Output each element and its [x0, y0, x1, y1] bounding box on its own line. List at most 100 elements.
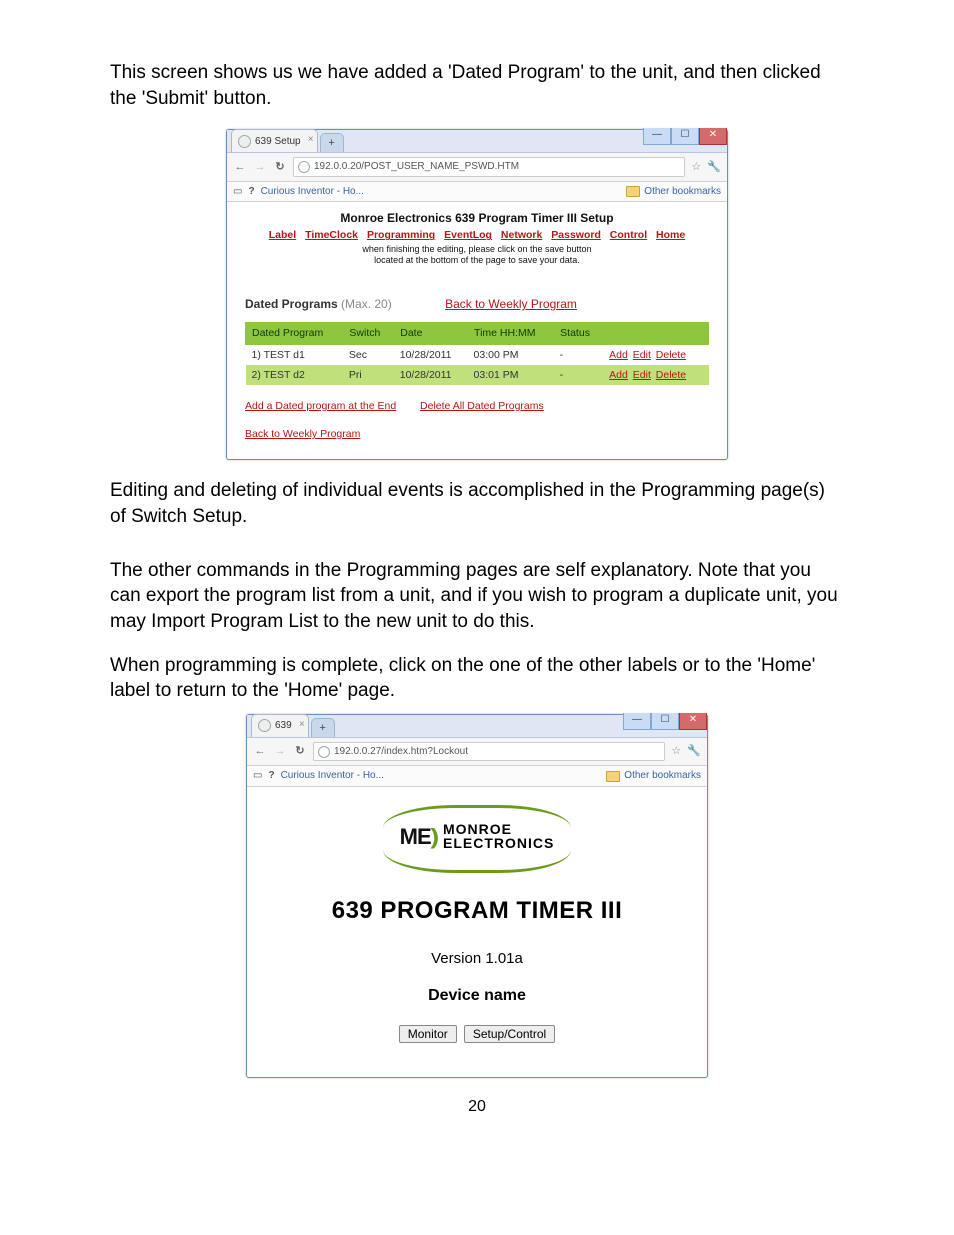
col-status: Status: [554, 323, 604, 344]
menu-password[interactable]: Password: [551, 229, 601, 241]
window-close-button[interactable]: ✕: [679, 713, 707, 730]
bookmarks-bar: ▭ ? Curious Inventor - Ho... Other bookm…: [227, 182, 727, 203]
swoosh-bottom-icon: [383, 850, 571, 873]
setup-page-body: Monroe Electronics 639 Program Timer III…: [227, 202, 727, 459]
browser-tab[interactable]: 639 Setup ×: [231, 129, 318, 152]
help-icon: ?: [268, 769, 274, 783]
row-actions: Add Edit Delete: [603, 344, 708, 365]
back-button[interactable]: ←: [253, 744, 267, 759]
browser-toolbar: ← → ↻ 192.0.0.27/index.htm?Lockout ☆ 🔧: [247, 738, 707, 767]
browser-tab[interactable]: 639 ×: [251, 714, 309, 737]
body-para-4: When programming is complete, click on t…: [110, 653, 844, 704]
menu-network[interactable]: Network: [501, 229, 542, 241]
window-close-button[interactable]: ✕: [699, 128, 727, 145]
body-para-3: The other commands in the Programming pa…: [110, 558, 844, 635]
screenshot-setup-window: 639 Setup × + — ☐ ✕ ← → ↻ 192.0.0.20/POS…: [226, 129, 728, 460]
edit-link[interactable]: Edit: [633, 369, 651, 381]
reload-button[interactable]: ↻: [293, 744, 307, 759]
reload-button[interactable]: ↻: [273, 160, 287, 175]
folder-icon: [626, 186, 640, 197]
add-link[interactable]: Add: [609, 369, 628, 381]
maximize-button[interactable]: ☐: [651, 713, 679, 730]
window-controls: — ☐ ✕: [643, 128, 727, 145]
delete-all-dated-link[interactable]: Delete All Dated Programs: [420, 400, 544, 412]
col-time: Time HH:MM: [468, 323, 554, 344]
url-text: 192.0.0.20/POST_USER_NAME_PSWD.HTM: [314, 160, 519, 174]
device-name-label: Device name: [265, 985, 689, 1007]
other-bookmarks[interactable]: Other bookmarks: [624, 769, 701, 783]
menu-control[interactable]: Control: [610, 229, 647, 241]
browser-toolbar: ← → ↻ 192.0.0.20/POST_USER_NAME_PSWD.HTM…: [227, 153, 727, 182]
forward-button[interactable]: →: [253, 160, 267, 175]
delete-link[interactable]: Delete: [656, 349, 686, 361]
back-button[interactable]: ←: [233, 160, 247, 175]
help-icon: ?: [248, 185, 254, 199]
back-to-weekly-link[interactable]: Back to Weekly Program: [445, 297, 577, 311]
folder-icon: [606, 771, 620, 782]
setup-menu: Label TimeClock Programming EventLog Net…: [245, 228, 709, 242]
brand-logo: ME) MONROE ELECTRONICS: [367, 805, 587, 873]
save-note-line2: located at the bottom of the page to sav…: [245, 255, 709, 266]
tab-title: 639: [275, 719, 292, 733]
new-tab-button[interactable]: +: [311, 718, 335, 737]
row-actions: Add Edit Delete: [603, 365, 708, 385]
setup-footer-links: Add a Dated program at the End Delete Al…: [245, 399, 709, 442]
screenshot-home-window: 639 × + — ☐ ✕ ← → ↻ 192.0.0.27/index.htm…: [246, 714, 708, 1078]
setup-title: Monroe Electronics 639 Program Timer III…: [245, 210, 709, 226]
col-dated-program: Dated Program: [246, 323, 343, 344]
bookmark-item[interactable]: Curious Inventor - Ho...: [281, 769, 384, 783]
window-titlebar: 639 Setup × + — ☐ ✕: [227, 130, 727, 153]
favicon-icon: [238, 135, 251, 148]
intro-para-1: This screen shows us we have added a 'Da…: [110, 60, 844, 111]
col-date: Date: [394, 323, 468, 344]
globe-icon: [318, 746, 330, 758]
wrench-menu-icon[interactable]: 🔧: [707, 160, 721, 175]
dated-programs-heading: Dated Programs (Max. 20) Back to Weekly …: [245, 296, 709, 312]
edit-link[interactable]: Edit: [633, 349, 651, 361]
setup-control-button[interactable]: Setup/Control: [464, 1025, 555, 1043]
product-heading: 639 PROGRAM TIMER III: [265, 895, 689, 927]
overflow-icon[interactable]: ▭: [233, 185, 242, 199]
bookmarks-bar: ▭ ? Curious Inventor - Ho... Other bookm…: [247, 766, 707, 787]
version-text: Version 1.01a: [265, 949, 689, 969]
menu-eventlog[interactable]: EventLog: [444, 229, 492, 241]
menu-label[interactable]: Label: [269, 229, 296, 241]
menu-timeclock[interactable]: TimeClock: [305, 229, 358, 241]
table-row: 1) TEST d1 Sec 10/28/2011 03:00 PM - Add…: [246, 344, 709, 365]
new-tab-button[interactable]: +: [320, 133, 344, 152]
forward-button[interactable]: →: [273, 744, 287, 759]
bookmark-star-icon[interactable]: ☆: [671, 744, 681, 759]
me-mark-icon: ME): [400, 822, 437, 852]
brand-text: MONROE ELECTRONICS: [443, 823, 554, 850]
tab-title: 639 Setup: [255, 135, 301, 149]
overflow-icon[interactable]: ▭: [253, 769, 262, 783]
globe-icon: [298, 161, 310, 173]
page-number: 20: [110, 1096, 844, 1118]
add-link[interactable]: Add: [609, 349, 628, 361]
back-to-weekly-link-2[interactable]: Back to Weekly Program: [245, 428, 360, 440]
minimize-button[interactable]: —: [623, 713, 651, 730]
table-header-row: Dated Program Switch Date Time HH:MM Sta…: [246, 323, 709, 344]
col-switch: Switch: [343, 323, 394, 344]
window-controls: — ☐ ✕: [623, 713, 707, 730]
bookmark-star-icon[interactable]: ☆: [691, 160, 701, 175]
body-para-2: Editing and deleting of individual event…: [110, 478, 844, 529]
delete-link[interactable]: Delete: [656, 369, 686, 381]
col-actions: [603, 323, 708, 344]
tab-close-icon[interactable]: ×: [308, 133, 314, 147]
other-bookmarks[interactable]: Other bookmarks: [644, 185, 721, 199]
bookmark-item[interactable]: Curious Inventor - Ho...: [261, 185, 364, 199]
menu-home[interactable]: Home: [656, 229, 685, 241]
add-dated-program-link[interactable]: Add a Dated program at the End: [245, 400, 396, 412]
maximize-button[interactable]: ☐: [671, 128, 699, 145]
home-page-body: ME) MONROE ELECTRONICS 639 PROGRAM TIMER…: [247, 787, 707, 1077]
address-bar[interactable]: 192.0.0.27/index.htm?Lockout: [313, 742, 665, 762]
address-bar[interactable]: 192.0.0.20/POST_USER_NAME_PSWD.HTM: [293, 157, 685, 177]
monitor-button[interactable]: Monitor: [399, 1025, 457, 1043]
menu-programming[interactable]: Programming: [367, 229, 435, 241]
url-text: 192.0.0.27/index.htm?Lockout: [334, 745, 468, 759]
minimize-button[interactable]: —: [643, 128, 671, 145]
table-row: 2) TEST d2 Pri 10/28/2011 03:01 PM - Add…: [246, 365, 709, 385]
wrench-menu-icon[interactable]: 🔧: [687, 744, 701, 759]
tab-close-icon[interactable]: ×: [299, 718, 305, 732]
